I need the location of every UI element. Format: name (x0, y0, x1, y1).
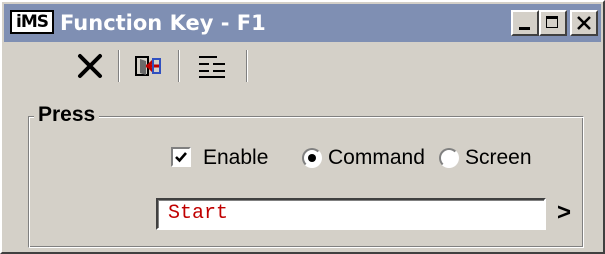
toolbar-divider (246, 50, 248, 82)
enable-label[interactable]: Enable (203, 145, 268, 171)
minimize-button[interactable] (511, 10, 539, 36)
screen-label[interactable]: Screen (465, 145, 532, 171)
minimize-icon (519, 27, 530, 30)
delete-tool-button[interactable] (72, 48, 108, 84)
list-icon (199, 56, 225, 78)
toolbar-divider (178, 50, 180, 82)
command-value-input[interactable]: Start (156, 198, 546, 230)
x-icon (78, 54, 102, 78)
more-options-arrow-button[interactable]: > (557, 199, 571, 227)
exit-tool-button[interactable] (130, 48, 166, 84)
press-group-label: Press (34, 102, 100, 128)
toolbar-divider (118, 50, 120, 82)
command-radio[interactable] (302, 148, 322, 168)
window-title: Function Key - F1 (60, 11, 266, 35)
radio-selected-dot (308, 154, 316, 162)
checkmark-icon (175, 152, 187, 163)
command-label[interactable]: Command (328, 145, 425, 171)
enable-checkbox[interactable] (171, 147, 191, 167)
screen-radio[interactable] (439, 148, 459, 168)
toolbar (2, 42, 599, 90)
close-button[interactable] (570, 10, 598, 36)
exit-icon (135, 56, 161, 76)
maximize-button[interactable] (539, 10, 567, 36)
list-tool-button[interactable] (194, 48, 230, 84)
close-icon (577, 16, 591, 30)
title-bar[interactable]: iMS Function Key - F1 (4, 4, 601, 42)
app-logo-icon: iMS (10, 10, 54, 34)
maximize-icon (546, 16, 558, 28)
